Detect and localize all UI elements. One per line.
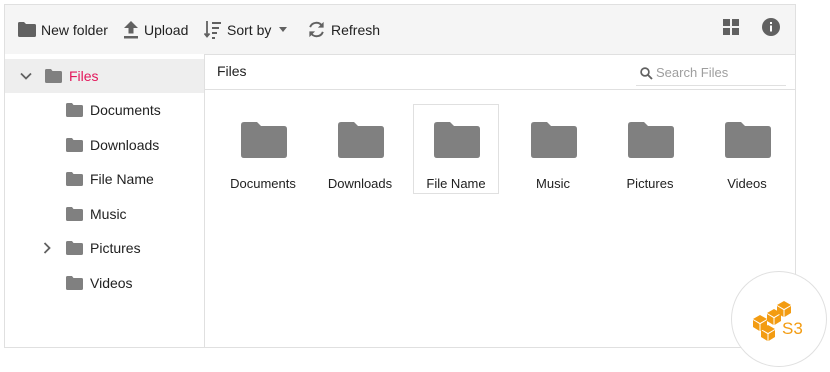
- upload-icon: [123, 20, 139, 39]
- folder-icon: [66, 138, 83, 155]
- folder-icon: [66, 276, 83, 293]
- file-tile-label: Downloads: [327, 176, 393, 191]
- folder-icon: [66, 172, 83, 189]
- folder-icon: [628, 122, 674, 163]
- nav-item-label: Documents: [90, 102, 161, 118]
- navigation-pane: Files Documents Downloads File Name Musi…: [5, 54, 205, 347]
- nav-item-label: Videos: [90, 275, 133, 291]
- folder-icon: [434, 122, 480, 163]
- info-icon: [762, 17, 780, 41]
- file-tile-music[interactable]: Music: [510, 104, 596, 194]
- file-tile-pictures[interactable]: Pictures: [607, 104, 693, 194]
- folder-icon: [531, 122, 577, 163]
- folder-icon: [66, 241, 83, 258]
- folder-icon: [45, 69, 62, 86]
- chevron-down-icon: [279, 27, 288, 32]
- sort-by-button[interactable]: Sort by: [204, 5, 288, 54]
- s3-provider-badge: S3: [731, 271, 827, 367]
- nav-item-music[interactable]: Music: [5, 197, 204, 231]
- file-tile-label: Documents: [230, 176, 296, 191]
- nav-item-downloads[interactable]: Downloads: [5, 128, 204, 162]
- sort-by-label: Sort by: [227, 21, 272, 38]
- file-tile-videos[interactable]: Videos: [704, 104, 790, 194]
- file-tile-downloads[interactable]: Downloads: [317, 104, 403, 194]
- s3-label: S3: [782, 319, 803, 338]
- file-tile-label: Pictures: [626, 176, 674, 191]
- refresh-label: Refresh: [331, 21, 381, 38]
- new-folder-button[interactable]: New folder: [18, 5, 108, 54]
- file-tile-label: Videos: [727, 176, 767, 191]
- content-pane: Files Documents Downloads File: [204, 54, 795, 347]
- view-toggle-button[interactable]: [719, 17, 743, 41]
- address-bar: Files: [204, 54, 795, 90]
- nav-item-label: Files: [69, 68, 99, 84]
- grid-view-icon: [723, 18, 739, 40]
- folder-icon: [725, 122, 771, 163]
- file-tile-file-name[interactable]: File Name: [413, 104, 499, 194]
- toolbar: New folder Upload Sort by Refresh: [5, 5, 795, 55]
- nav-item-documents[interactable]: Documents: [5, 93, 204, 127]
- nav-item-label: Pictures: [90, 240, 141, 256]
- nav-item-label: Downloads: [90, 137, 160, 153]
- chevron-right-icon[interactable]: [39, 240, 55, 256]
- search-input[interactable]: [656, 62, 782, 82]
- nav-item-files[interactable]: Files: [5, 59, 204, 93]
- nav-item-pictures[interactable]: Pictures: [5, 231, 204, 265]
- nav-item-videos[interactable]: Videos: [5, 266, 204, 300]
- folder-icon: [338, 122, 384, 163]
- file-manager: New folder Upload Sort by Refresh Files …: [4, 4, 796, 348]
- folder-icon: [66, 103, 83, 120]
- chevron-down-icon[interactable]: [18, 68, 34, 84]
- folder-icon: [66, 207, 83, 224]
- nav-item-file-name[interactable]: File Name: [5, 162, 204, 196]
- search-box[interactable]: [636, 60, 786, 86]
- folder-icon: [18, 22, 36, 37]
- new-folder-label: New folder: [41, 21, 108, 38]
- file-tile-documents[interactable]: Documents: [220, 104, 306, 194]
- file-tile-label: Music: [536, 176, 570, 191]
- file-tile-label: File Name: [426, 176, 486, 191]
- nav-item-label: Music: [90, 206, 127, 222]
- upload-button[interactable]: Upload: [123, 5, 188, 54]
- folder-icon: [241, 122, 287, 163]
- details-button[interactable]: [759, 17, 783, 41]
- upload-label: Upload: [144, 21, 189, 38]
- nav-item-label: File Name: [90, 171, 154, 187]
- sort-icon: [204, 20, 222, 39]
- refresh-icon: [307, 20, 326, 39]
- refresh-button[interactable]: Refresh: [307, 5, 380, 54]
- breadcrumb[interactable]: Files: [217, 63, 247, 79]
